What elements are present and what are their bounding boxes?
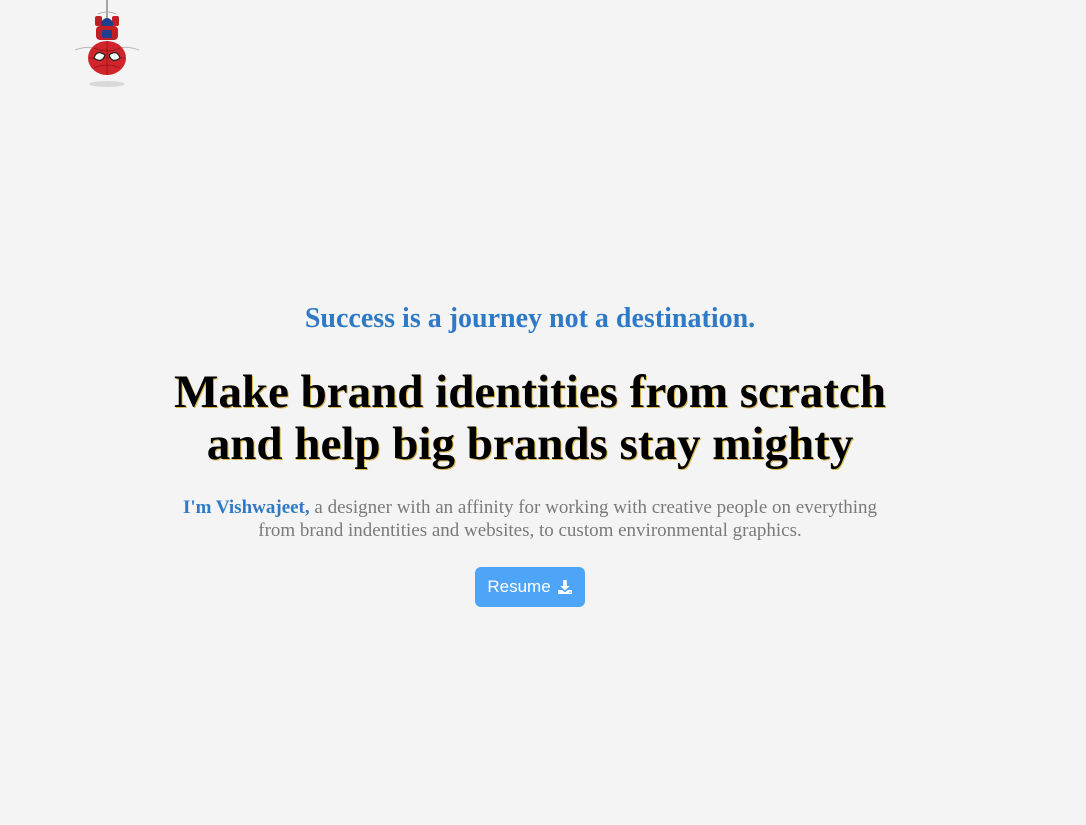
- resume-button-label: Resume: [487, 577, 551, 596]
- hero-section: Success is a journey not a destination. …: [0, 300, 1060, 607]
- spider-mascot-icon: [74, 0, 140, 87]
- logo[interactable]: [72, 0, 142, 92]
- intro-name: I'm Vishwajeet,: [182, 497, 310, 518]
- resume-button[interactable]: Resume: [475, 567, 585, 607]
- headline-line-2: and help big brands stay mighty: [206, 418, 854, 470]
- intro-text: a designer with an affinity for working …: [258, 497, 878, 541]
- headline-line-1: Make brand identities from scratch: [174, 366, 886, 418]
- download-icon: [557, 580, 572, 594]
- tagline: Success is a journey not a destination.: [304, 303, 756, 334]
- headline: Make brand identities from scratch and h…: [0, 366, 1060, 470]
- intro-paragraph: I'm Vishwajeet, a designer with an affin…: [180, 496, 880, 542]
